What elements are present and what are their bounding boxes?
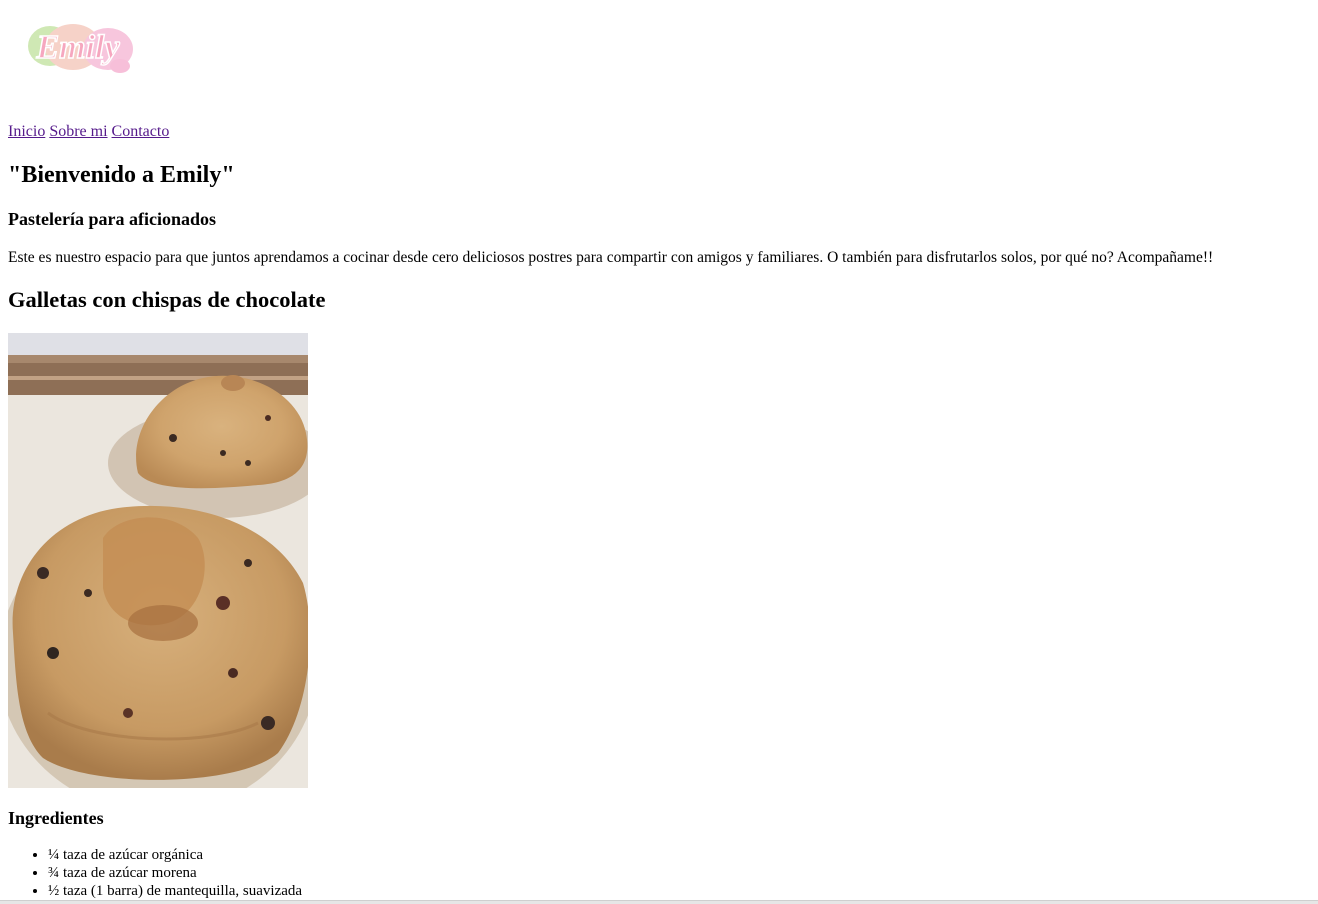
list-item: ½ taza (1 barra) de mantequilla, suaviza… — [48, 882, 302, 900]
emily-logo[interactable]: Emily — [8, 16, 138, 78]
logo-graphic: Emily — [28, 24, 133, 73]
page-subtitle: Pastelería para aficionados — [8, 209, 216, 229]
page-title: "Bienvenido a Emily" — [8, 162, 235, 188]
intro-paragraph: Este es nuestro espacio para que juntos … — [8, 249, 1214, 266]
nav-link-inicio[interactable]: Inicio — [8, 123, 45, 140]
cookie-photo — [8, 333, 308, 788]
recipe-title: Galletas con chispas de chocolate — [8, 287, 326, 312]
main-nav: Inicio Sobre mi Contacto — [8, 122, 169, 142]
page: Emily Inicio Sobre mi Contacto "Bienveni… — [0, 0, 1318, 904]
list-item: ¾ taza de azúcar morena — [48, 864, 302, 882]
nav-link-contacto[interactable]: Contacto — [112, 123, 170, 140]
cookie-photo-graphic — [8, 333, 308, 788]
list-item: ¼ taza de azúcar orgánica — [48, 846, 302, 864]
logo-text: Emily — [35, 29, 120, 66]
horizontal-scrollbar[interactable] — [0, 900, 1318, 904]
nav-link-sobre-mi[interactable]: Sobre mi — [49, 123, 107, 140]
ingredients-title: Ingredientes — [8, 808, 104, 828]
ingredients-list: ¼ taza de azúcar orgánica ¾ taza de azúc… — [8, 846, 302, 900]
